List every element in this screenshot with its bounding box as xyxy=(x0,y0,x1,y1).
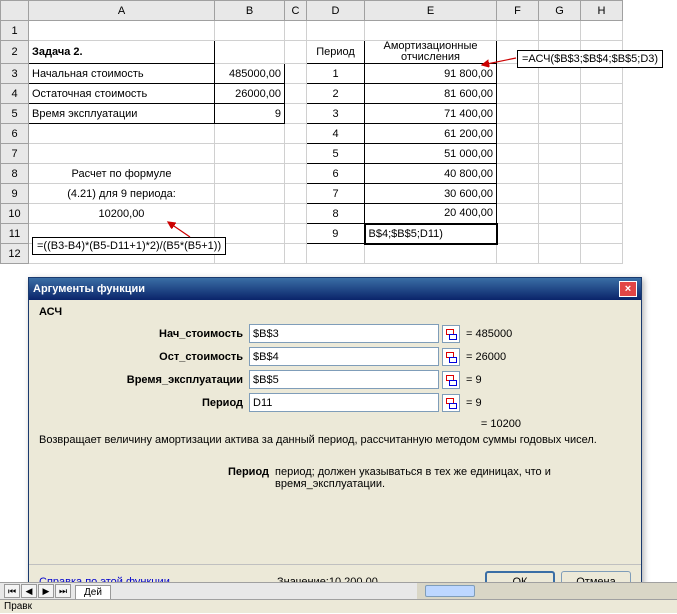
col-header[interactable]: E xyxy=(365,1,497,21)
active-cell[interactable]: B$4;$B$5;D11) xyxy=(365,224,497,244)
tab-nav: ⏮ ◀ ▶ ⏭ xyxy=(4,584,71,598)
cell[interactable]: Начальная стоимость xyxy=(29,64,215,84)
row-header[interactable]: 10 xyxy=(1,204,29,224)
cell[interactable]: Амортизационные отчисления xyxy=(365,41,497,64)
cell[interactable]: 10200,00 xyxy=(29,204,215,224)
tab-prev-icon[interactable]: ◀ xyxy=(21,584,37,598)
row-header[interactable]: 4 xyxy=(1,84,29,104)
arg-label: Время_эксплуатации xyxy=(39,374,249,386)
tab-next-icon[interactable]: ▶ xyxy=(38,584,54,598)
cell[interactable]: 30 600,00 xyxy=(365,184,497,204)
formula-annotation-left: =((B3-B4)*(B5-D11+1)*2)/(B5*(B5+1)) xyxy=(32,237,226,255)
cell[interactable]: 3 xyxy=(307,104,365,124)
arg-row: Время_эксплуатации = 9 xyxy=(39,370,631,389)
arg-row: Ост_стоимость = 26000 xyxy=(39,347,631,366)
function-description: Возвращает величину амортизации актива з… xyxy=(39,434,631,446)
row-header[interactable]: 3 xyxy=(1,64,29,84)
function-arguments-dialog: Аргументы функции × АСЧ Нач_стоимость = … xyxy=(28,277,642,599)
horizontal-scrollbar[interactable] xyxy=(417,582,677,599)
row-header[interactable]: 12 xyxy=(1,244,29,264)
cell[interactable]: 4 xyxy=(307,124,365,144)
arg-result: = 485000 xyxy=(466,328,512,340)
row-header[interactable]: 2 xyxy=(1,41,29,64)
cell[interactable]: 6 xyxy=(307,164,365,184)
cell[interactable]: 51 000,00 xyxy=(365,144,497,164)
cell[interactable]: Время эксплуатации xyxy=(29,104,215,124)
function-name: АСЧ xyxy=(39,306,631,318)
cell[interactable]: 1 xyxy=(307,64,365,84)
cell[interactable]: 61 200,00 xyxy=(365,124,497,144)
row-header[interactable]: 5 xyxy=(1,104,29,124)
arg-input-ost-stoimost[interactable] xyxy=(249,347,439,366)
arg-label: Нач_стоимость xyxy=(39,328,249,340)
arg-label: Период xyxy=(39,397,249,409)
arg-input-period[interactable] xyxy=(249,393,439,412)
cell[interactable]: 40 800,00 xyxy=(365,164,497,184)
cell[interactable]: (4.21) для 9 периода: xyxy=(29,184,215,204)
cell[interactable]: 26000,00 xyxy=(215,84,285,104)
close-button[interactable]: × xyxy=(619,281,637,297)
cell[interactable]: 91 800,00 xyxy=(365,64,497,84)
dialog-titlebar[interactable]: Аргументы функции × xyxy=(29,278,641,300)
function-total: = 10200 xyxy=(39,418,631,430)
col-header[interactable]: C xyxy=(285,1,307,21)
tab-last-icon[interactable]: ⏭ xyxy=(55,584,71,598)
col-header[interactable]: F xyxy=(497,1,539,21)
arg-result: = 9 xyxy=(466,374,482,386)
arg-label: Ост_стоимость xyxy=(39,351,249,363)
cell[interactable]: 71 400,00 xyxy=(365,104,497,124)
cell[interactable]: Остаточная стоимость xyxy=(29,84,215,104)
row-header[interactable]: 7 xyxy=(1,144,29,164)
arg-input-nach-stoimost[interactable] xyxy=(249,324,439,343)
row-header[interactable]: 8 xyxy=(1,164,29,184)
arg-row: Период = 9 xyxy=(39,393,631,412)
col-header[interactable]: G xyxy=(539,1,581,21)
scroll-thumb[interactable] xyxy=(425,585,475,597)
formula-annotation-right: =АСЧ($B$3;$B$4;$B$5;D3) xyxy=(517,50,663,68)
cell[interactable]: 485000,00 xyxy=(215,64,285,84)
status-bar: Правк xyxy=(0,599,677,613)
row-header[interactable]: 9 xyxy=(1,184,29,204)
cell[interactable]: Расчет по формуле xyxy=(29,164,215,184)
cell[interactable]: 5 xyxy=(307,144,365,164)
row-header[interactable]: 11 xyxy=(1,224,29,244)
dialog-title: Аргументы функции xyxy=(33,278,145,300)
close-icon: × xyxy=(625,283,631,295)
row-header[interactable]: 6 xyxy=(1,124,29,144)
cell[interactable]: Задача 2. xyxy=(29,41,215,64)
arg-input-vremya[interactable] xyxy=(249,370,439,389)
col-header[interactable]: H xyxy=(581,1,623,21)
cell[interactable]: 7 xyxy=(307,184,365,204)
col-header[interactable]: A xyxy=(29,1,215,21)
cell[interactable]: 81 600,00 xyxy=(365,84,497,104)
arg-result: = 9 xyxy=(466,397,482,409)
range-picker-button[interactable] xyxy=(442,325,460,343)
sheet-tab[interactable]: Дей xyxy=(75,585,111,599)
cell[interactable]: 9 xyxy=(307,224,365,244)
corner-cell[interactable] xyxy=(1,1,29,21)
cell[interactable]: Период xyxy=(307,41,365,64)
cell[interactable]: 8 xyxy=(307,204,365,224)
range-picker-button[interactable] xyxy=(442,394,460,412)
col-header[interactable]: D xyxy=(307,1,365,21)
arg-row: Нач_стоимость = 485000 xyxy=(39,324,631,343)
col-header[interactable]: B xyxy=(215,1,285,21)
row-header[interactable]: 1 xyxy=(1,21,29,41)
cell[interactable]: 2 xyxy=(307,84,365,104)
arg-result: = 26000 xyxy=(466,351,506,363)
cell[interactable]: 20 400,00 xyxy=(365,204,497,224)
param-description: период; должен указываться в тех же един… xyxy=(275,466,631,490)
param-label: Период xyxy=(39,466,275,490)
range-picker-button[interactable] xyxy=(442,348,460,366)
spreadsheet-grid[interactable]: A B C D E F G H 1 2 Задача 2. Период Амо… xyxy=(0,0,623,264)
tab-first-icon[interactable]: ⏮ xyxy=(4,584,20,598)
cell[interactable]: 9 xyxy=(215,104,285,124)
range-picker-button[interactable] xyxy=(442,371,460,389)
